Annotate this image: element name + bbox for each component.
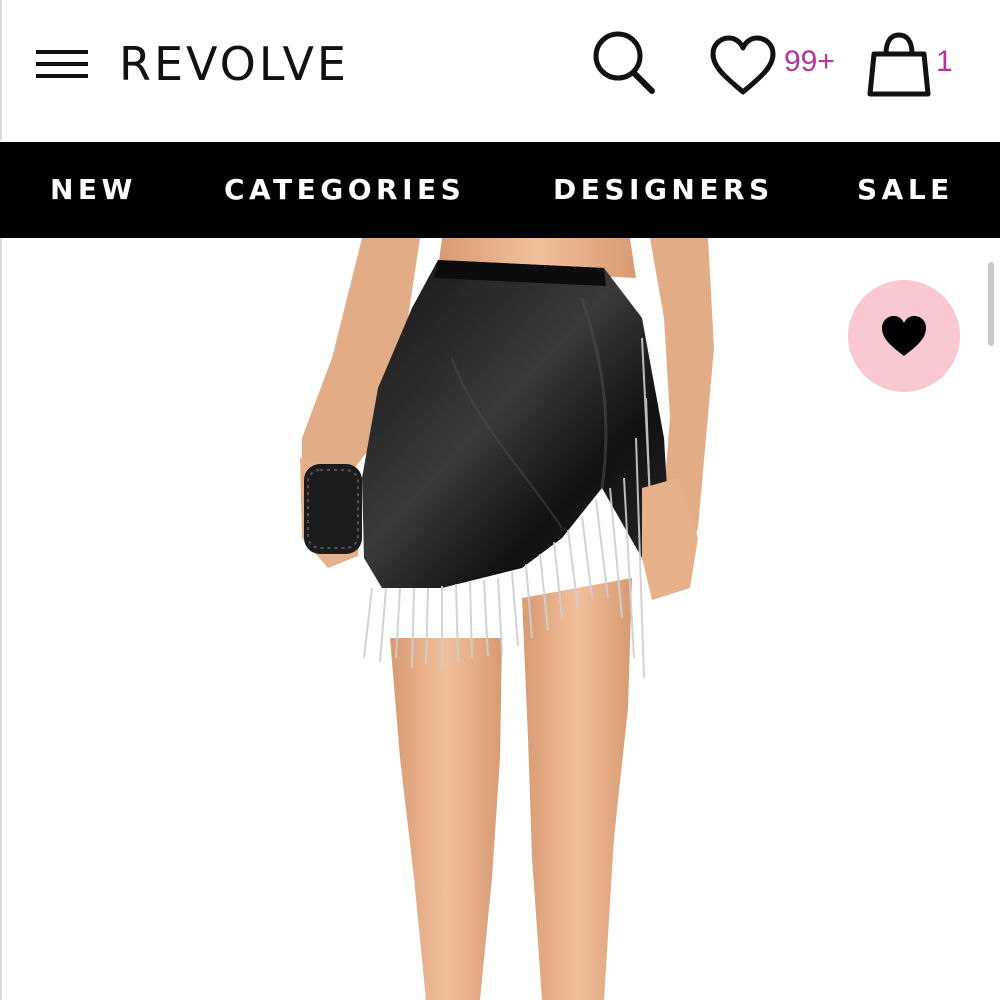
category-nav: NEW CATEGORIES DESIGNERS SALE (0, 142, 1000, 238)
wishlist-count-badge: 99+ (784, 45, 835, 78)
revolve-logo[interactable]: REVOLVE (119, 34, 349, 94)
shopping-bag-button[interactable] (864, 30, 934, 100)
shopping-bag-icon (867, 32, 931, 97)
search-icon (593, 31, 655, 94)
site-header: REVOLVE 99+ 1 (0, 0, 1000, 140)
nav-sale[interactable]: SALE (857, 142, 954, 238)
scrollbar-thumb[interactable] (988, 262, 994, 346)
nav-categories[interactable]: CATEGORIES (224, 142, 465, 238)
heart-filled-icon (882, 316, 926, 356)
menu-icon (36, 50, 88, 78)
product-page: REVOLVE 99+ 1 NEW CATEGORIES DESIGNERS S… (0, 0, 1000, 1000)
favorite-button[interactable] (848, 280, 960, 392)
nav-designers[interactable]: DESIGNERS (553, 142, 774, 238)
wishlist-button[interactable] (708, 34, 778, 98)
bag-count-badge: 1 (936, 45, 953, 78)
heart-outline-icon (710, 35, 776, 95)
search-button[interactable] (588, 28, 658, 98)
nav-new[interactable]: NEW (50, 142, 137, 238)
menu-button[interactable] (36, 44, 90, 84)
